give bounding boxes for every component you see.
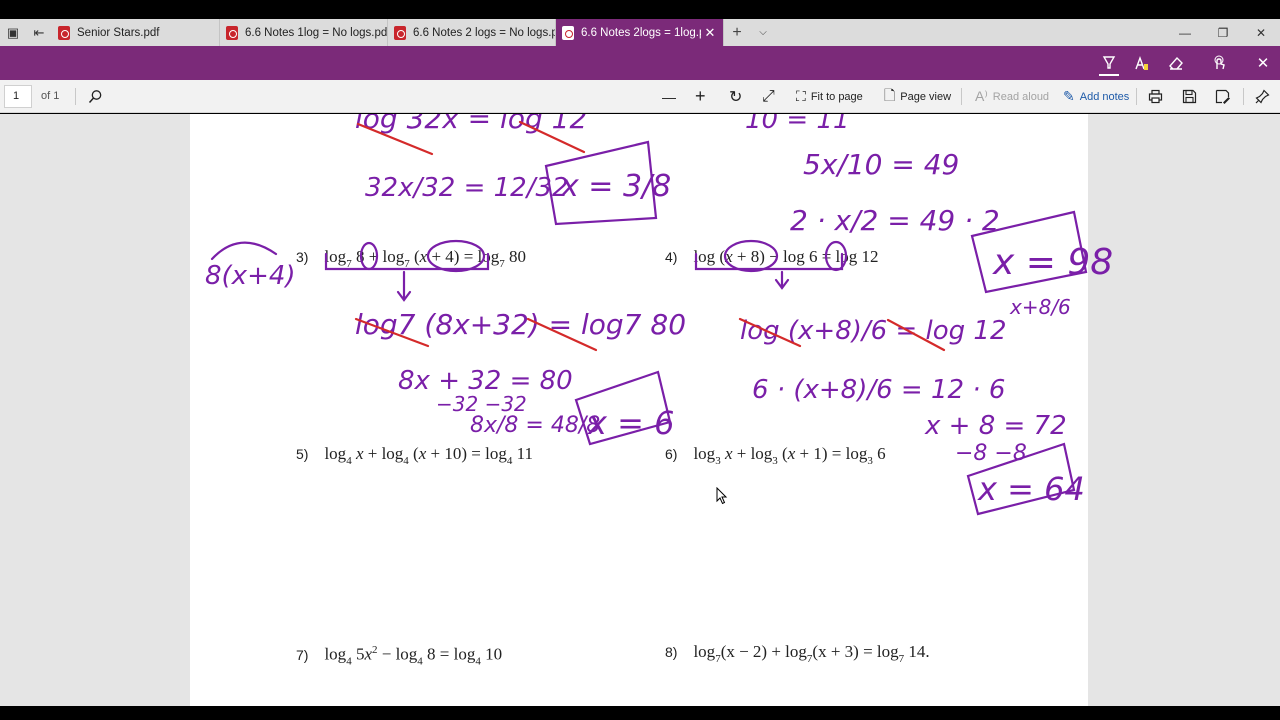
problem-6: 6) log3 x + log3 (x + 1) = log3 6 bbox=[665, 444, 886, 467]
fullscreen-button[interactable]: ⤢ bbox=[762, 86, 775, 107]
pdf-icon bbox=[562, 25, 574, 40]
restore-button[interactable]: ❐ bbox=[1204, 19, 1242, 46]
add-notes-button[interactable]: ✎ Add notes bbox=[1063, 86, 1129, 107]
tab-bar: ▣ ⇤ Senior Stars.pdf 6.6 Notes 1log = No… bbox=[0, 19, 1280, 46]
read-aloud-button[interactable]: A⁾ Read aloud bbox=[975, 86, 1049, 107]
divider bbox=[961, 88, 962, 105]
close-window-button[interactable]: ✕ bbox=[1242, 19, 1280, 46]
problem-3: 3) log7 8 + log7 (x + 4) = log7 80 bbox=[296, 247, 527, 270]
new-tab-button[interactable]: + bbox=[724, 19, 750, 46]
problem-5: 5) log4 x + log4 (x + 10) = log4 11 bbox=[296, 444, 533, 467]
problem-4: 4) log (x + 8) − log 6 = log 12 bbox=[665, 247, 879, 266]
tab-label: 6.6 Notes 2logs = 1log.pdf bbox=[581, 26, 701, 39]
search-icon[interactable] bbox=[88, 86, 103, 107]
tab-set-aside-icon[interactable]: ▣ bbox=[0, 19, 26, 46]
eraser-icon[interactable] bbox=[1160, 46, 1192, 80]
pen-icon[interactable] bbox=[1126, 46, 1158, 80]
mouse-cursor-icon bbox=[716, 487, 728, 505]
pdf-icon bbox=[394, 25, 406, 40]
problem-number: 3) bbox=[296, 249, 309, 265]
window-controls: — ❐ ✕ bbox=[1166, 19, 1280, 46]
tab-label: 6.6 Notes 1log = No logs.pdf bbox=[245, 26, 387, 39]
read-aloud-label: Read aloud bbox=[992, 90, 1050, 103]
problem-number: 5) bbox=[296, 446, 309, 462]
close-ink-toolbar-button[interactable]: ✕ bbox=[1247, 46, 1279, 80]
add-notes-label: Add notes bbox=[1079, 90, 1130, 103]
zoom-in-button[interactable]: + bbox=[695, 86, 706, 107]
pdf-icon bbox=[58, 25, 70, 40]
fit-to-page-icon: ⛶ bbox=[796, 88, 806, 104]
tab-dropdown-icon[interactable]: ⌵ bbox=[750, 19, 776, 46]
page-view-label: Page view bbox=[900, 90, 952, 103]
tab-label: Senior Stars.pdf bbox=[77, 26, 160, 39]
tab-senior-stars[interactable]: Senior Stars.pdf bbox=[52, 19, 220, 46]
touch-writing-icon[interactable] bbox=[1203, 46, 1235, 80]
minimize-button[interactable]: — bbox=[1166, 19, 1204, 46]
problem-number: 4) bbox=[665, 249, 678, 265]
tab-notes-1log[interactable]: 6.6 Notes 1log = No logs.pdf bbox=[220, 19, 388, 46]
problem-8: 8) log7(x − 2) + log7(x + 3) = log7 14. bbox=[665, 642, 930, 665]
save-as-icon[interactable] bbox=[1215, 86, 1230, 107]
screen-bottom-border bbox=[0, 706, 1280, 720]
rotate-button[interactable]: ↻ bbox=[729, 86, 742, 107]
ink-toolbar: ✕ bbox=[0, 46, 1280, 80]
divider bbox=[75, 88, 76, 105]
pdf-viewer[interactable]: 3) log7 8 + log7 (x + 4) = log7 80 4) log … bbox=[0, 114, 1280, 706]
tab-close-icon[interactable]: ✕ bbox=[701, 25, 719, 41]
tab-label: 6.6 Notes 2 logs = No logs.pdf bbox=[413, 26, 555, 39]
tab-preview-icon[interactable]: ⇤ bbox=[26, 19, 52, 46]
page-view-button[interactable]: 🗋 Page view bbox=[884, 86, 951, 107]
screen-top-border bbox=[0, 0, 1280, 19]
tab-notes-2logs-1log[interactable]: 6.6 Notes 2logs = 1log.pdf ✕ bbox=[556, 19, 724, 46]
fit-to-page-button[interactable]: ⛶ Fit to page bbox=[796, 86, 863, 107]
problem-number: 7) bbox=[296, 646, 309, 663]
save-icon[interactable] bbox=[1182, 86, 1197, 107]
tab-notes-2logs-nologs[interactable]: 6.6 Notes 2 logs = No logs.pdf bbox=[388, 19, 556, 46]
problem-7: 7) log4 5x2 − log4 8 = log4 10 bbox=[296, 644, 503, 668]
print-icon[interactable] bbox=[1148, 86, 1163, 107]
read-aloud-icon: A⁾ bbox=[975, 88, 988, 104]
pen-icon: ✎ bbox=[1063, 88, 1075, 104]
zoom-out-button[interactable]: — bbox=[662, 86, 676, 107]
page-number-input[interactable]: 1 bbox=[4, 85, 32, 108]
page-count: of 1 bbox=[41, 90, 60, 102]
highlighter-icon[interactable] bbox=[1093, 46, 1125, 80]
pdf-icon bbox=[226, 25, 238, 40]
problem-number: 6) bbox=[665, 446, 678, 462]
divider bbox=[1136, 88, 1137, 105]
pin-toolbar-icon[interactable] bbox=[1255, 86, 1270, 107]
page-view-icon: 🗋 bbox=[884, 86, 896, 103]
pdf-page bbox=[190, 114, 1088, 706]
divider bbox=[1243, 88, 1244, 105]
fit-to-page-label: Fit to page bbox=[810, 90, 863, 103]
pdf-toolbar: 1 of 1 — + ↻ ⤢ ⛶ Fit to page 🗋 Page view… bbox=[0, 80, 1280, 113]
problem-number: 8) bbox=[665, 644, 678, 660]
